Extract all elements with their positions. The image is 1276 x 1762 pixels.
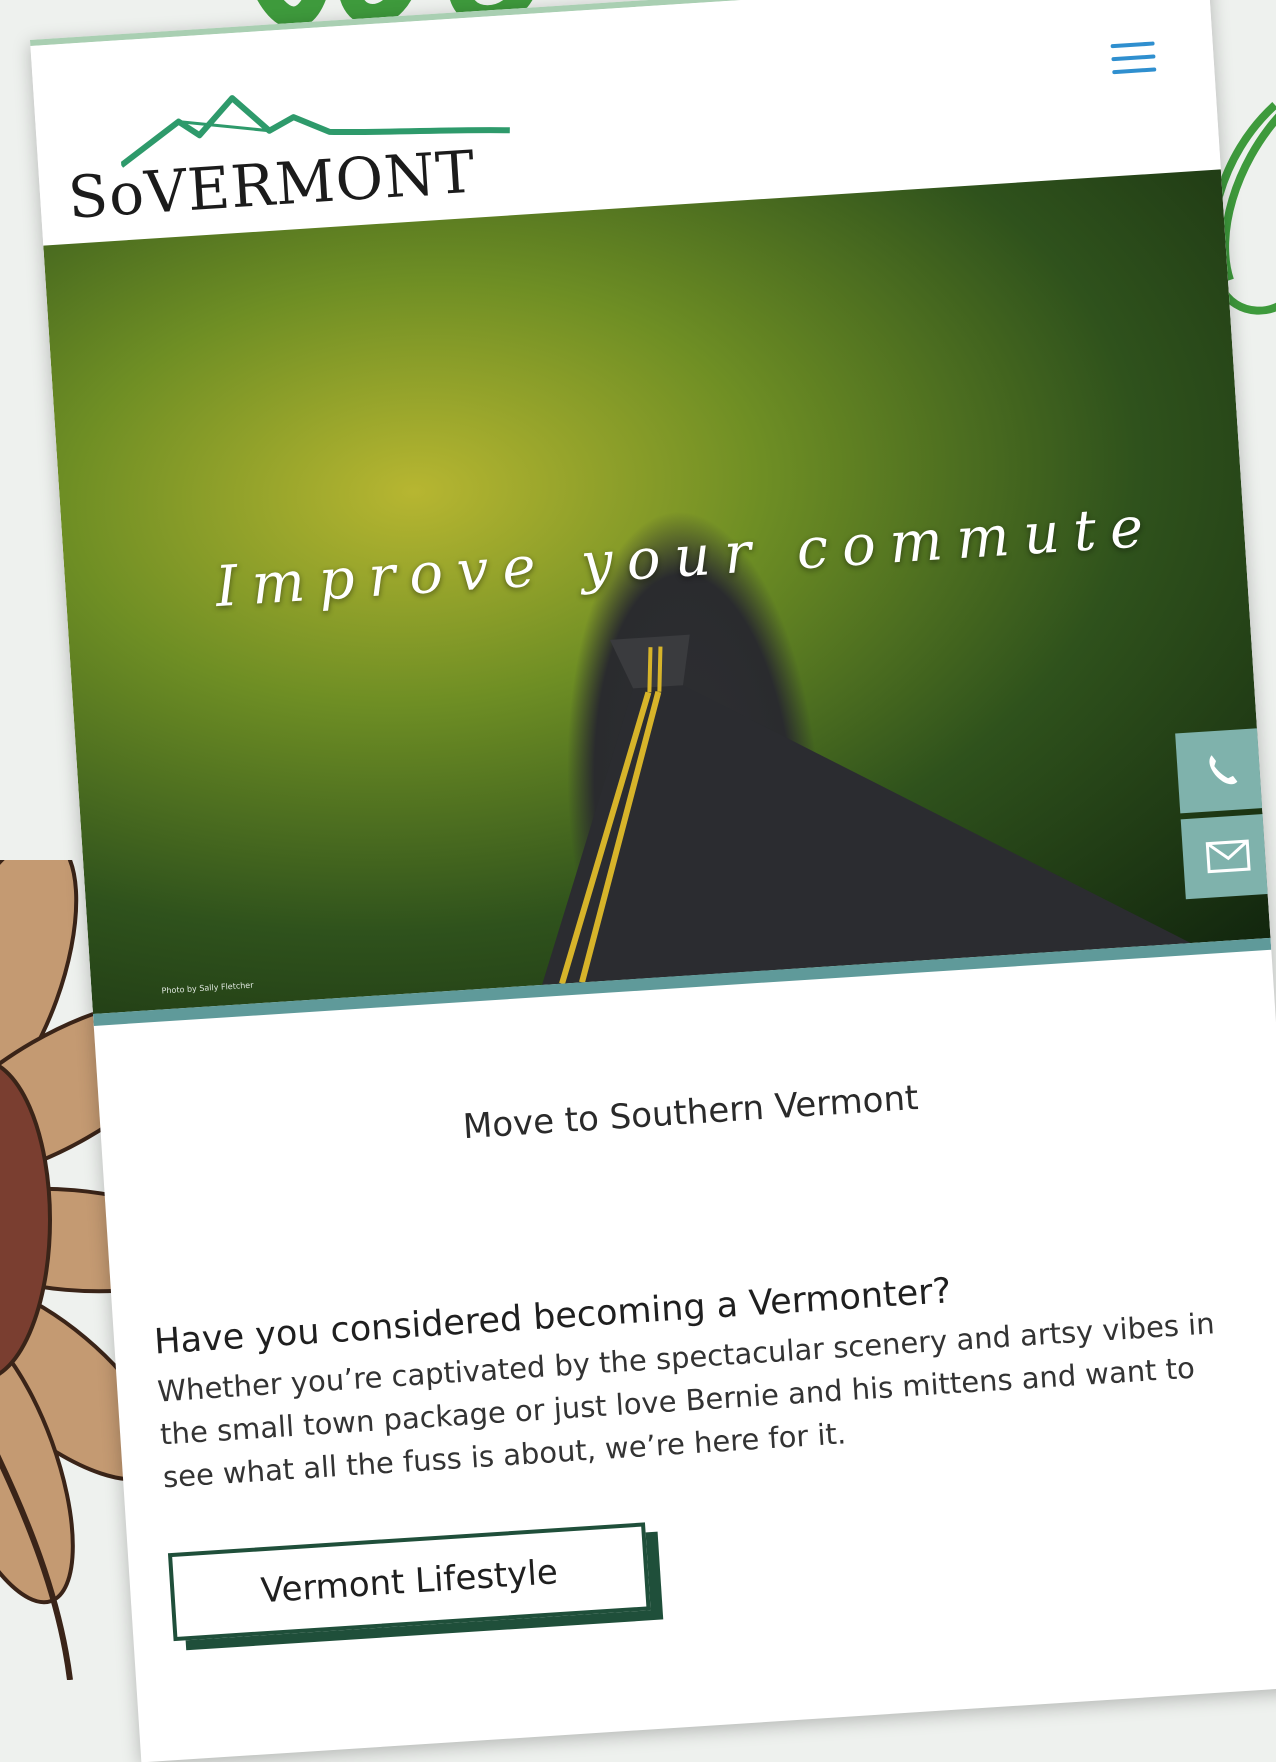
- hero-banner: Improve your commute Photo by Sally Flet…: [43, 169, 1272, 1026]
- phone-screenshot-card: SoVERMONT Improve your commute Photo by …: [30, 0, 1276, 1762]
- email-button[interactable]: [1180, 813, 1276, 900]
- phone-button[interactable]: [1175, 727, 1271, 814]
- hamburger-menu-icon[interactable]: [1110, 41, 1157, 78]
- vermont-lifestyle-button[interactable]: Vermont Lifestyle: [167, 1522, 651, 1642]
- site-logo[interactable]: SoVERMONT: [62, 74, 529, 233]
- envelope-icon: [1205, 839, 1251, 874]
- phone-icon: [1209, 755, 1238, 785]
- main-content: Move to Southern Vermont Have you consid…: [101, 1055, 1276, 1644]
- section-title: Move to Southern Vermont: [461, 1077, 920, 1148]
- contact-side-buttons: [1175, 727, 1276, 905]
